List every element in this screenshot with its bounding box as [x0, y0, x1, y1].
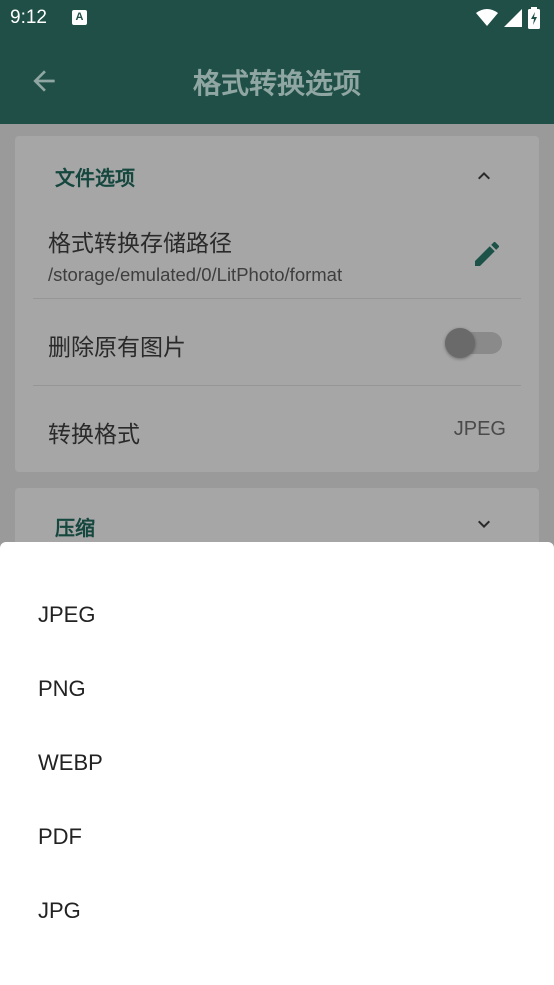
format-option-jpg[interactable]: JPG — [0, 876, 554, 950]
format-option-label: JPEG — [38, 602, 96, 627]
format-option-label: JPG — [38, 898, 81, 923]
divider — [33, 385, 521, 386]
page-title: 格式转换选项 — [192, 67, 361, 100]
storage-path-title: 格式转换存储路径 — [48, 231, 232, 257]
signal-icon — [504, 9, 522, 27]
format-option-jpeg[interactable]: JPEG — [0, 580, 554, 654]
edit-pencil-icon[interactable] — [471, 238, 503, 270]
format-bottom-sheet: JPEG PNG WEBP PDF JPG — [0, 542, 554, 985]
storage-path-value: /storage/emulated/0/LitPhoto/format — [48, 264, 343, 285]
notification-icon: A — [72, 10, 87, 25]
app-bar: 格式转换选项 — [0, 38, 554, 124]
chevron-up-icon[interactable] — [472, 164, 496, 188]
status-time: 9:12 — [10, 7, 47, 28]
status-bar: 9:12 A — [0, 0, 554, 38]
divider — [33, 298, 521, 299]
compress-header[interactable]: 压缩 — [55, 512, 95, 541]
format-option-png[interactable]: PNG — [0, 654, 554, 728]
delete-original-title: 删除原有图片 — [48, 335, 186, 361]
format-option-pdf[interactable]: PDF — [0, 802, 554, 876]
chevron-down-icon[interactable] — [472, 512, 496, 536]
format-option-label: PDF — [38, 824, 82, 849]
system-icons — [476, 7, 540, 29]
file-options-header[interactable]: 文件选项 — [55, 162, 135, 191]
convert-format-title: 转换格式 — [48, 422, 140, 448]
format-option-label: PNG — [38, 676, 86, 701]
convert-format-value: JPEG — [453, 418, 506, 440]
file-options-card: 文件选项 格式转换存储路径 /storage/emulated/0/LitPho… — [15, 136, 539, 472]
delete-original-toggle-knob[interactable] — [445, 328, 475, 358]
format-option-label: WEBP — [38, 750, 103, 775]
wifi-icon — [476, 9, 498, 26]
battery-icon — [528, 7, 540, 29]
format-option-webp[interactable]: WEBP — [0, 728, 554, 802]
